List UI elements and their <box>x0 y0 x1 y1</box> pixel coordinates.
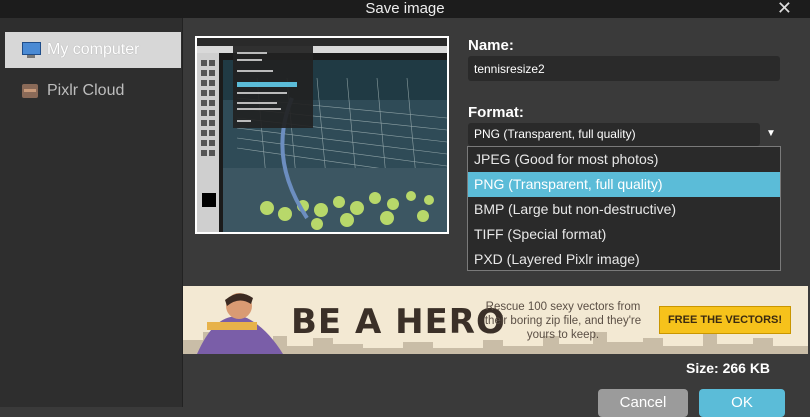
sidebar: My computer Pixlr Cloud <box>0 18 183 407</box>
banner-tagline: Rescue 100 sexy vectors from their borin… <box>484 301 642 341</box>
format-option-tiff[interactable]: TIFF (Special format) <box>468 222 780 247</box>
sidebar-item-label: Pixlr Cloud <box>47 82 125 99</box>
format-option-png[interactable]: PNG (Transparent, full quality) <box>468 172 780 197</box>
monitor-icon <box>21 41 41 59</box>
format-option-pxd[interactable]: PXD (Layered Pixlr image) <box>468 247 780 272</box>
sidebar-item-label: My computer <box>47 41 140 58</box>
free-vectors-button[interactable]: FREE THE VECTORS! <box>659 306 791 334</box>
preview-thumbnail <box>197 38 447 232</box>
ok-button[interactable]: OK <box>699 389 785 417</box>
name-input[interactable] <box>468 56 780 81</box>
dialog-title: Save image <box>365 0 445 17</box>
file-size-label: Size: 266 KB <box>686 360 771 376</box>
format-option-bmp[interactable]: BMP (Large but non-destructive) <box>468 197 780 222</box>
dialog-titlebar: Save image ✕ <box>0 0 810 18</box>
chevron-down-icon[interactable]: ▼ <box>763 128 779 142</box>
format-label: Format: <box>468 104 524 121</box>
sidebar-item-pixlr-cloud[interactable]: Pixlr Cloud <box>5 73 181 109</box>
image-preview <box>195 36 449 234</box>
format-dropdown-list: JPEG (Good for most photos) PNG (Transpa… <box>467 146 781 271</box>
close-icon[interactable]: ✕ <box>777 0 792 19</box>
ad-banner[interactable]: BE A HERO Rescue 100 sexy vectors from t… <box>183 286 808 354</box>
cloud-storage-icon <box>21 82 41 100</box>
name-label: Name: <box>468 37 514 54</box>
hero-character-illustration <box>197 293 283 354</box>
format-option-jpeg[interactable]: JPEG (Good for most photos) <box>468 147 780 172</box>
cancel-button[interactable]: Cancel <box>598 389 688 417</box>
format-select[interactable]: PNG (Transparent, full quality) <box>468 123 760 146</box>
main-panel: Name: Format: PNG (Transparent, full qua… <box>183 18 810 417</box>
sidebar-item-my-computer[interactable]: My computer <box>5 32 181 68</box>
